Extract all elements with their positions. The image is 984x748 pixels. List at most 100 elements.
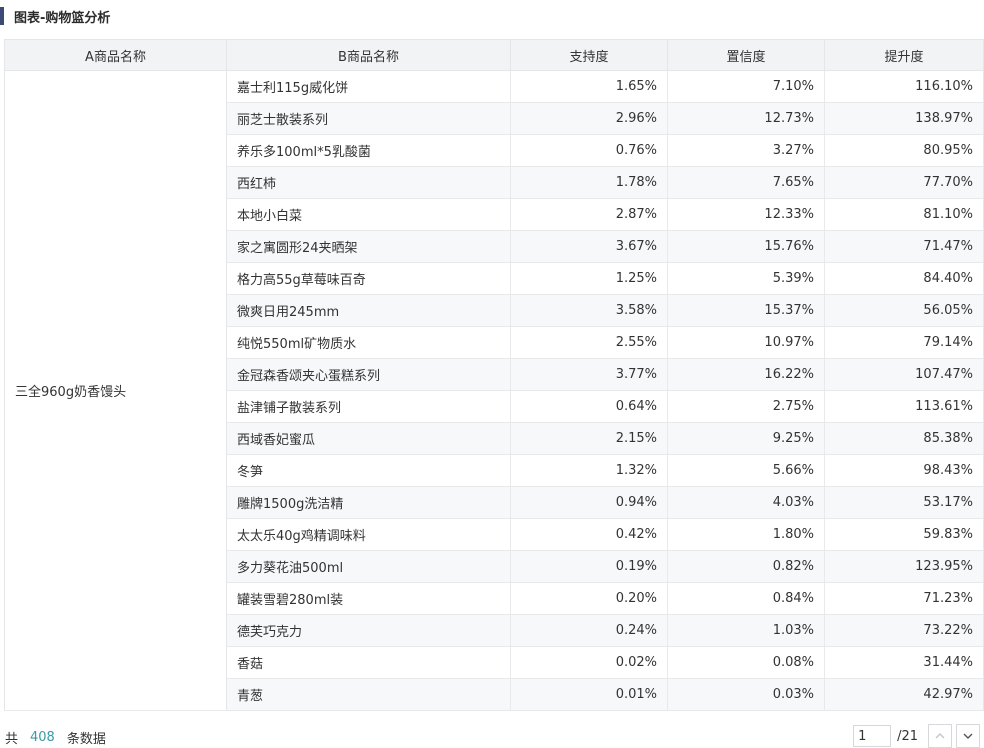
b-item-cell: 香菇 — [226, 646, 511, 679]
b-item-cell: 养乐多100ml*5乳酸菌 — [226, 134, 511, 167]
record-count: 共 408 条数据 — [5, 728, 106, 747]
lift-cell: 80.95% — [824, 134, 984, 167]
b-item-cell: 丽芝士散装系列 — [226, 102, 511, 135]
support-cell: 0.02% — [510, 646, 668, 679]
column-header-support[interactable]: 支持度 — [510, 39, 668, 71]
b-item-cell: 家之寓圆形24夹晒架 — [226, 230, 511, 263]
confidence-cell: 0.82% — [667, 550, 825, 583]
lift-cell: 71.47% — [824, 230, 984, 263]
confidence-cell: 1.03% — [667, 614, 825, 647]
confidence-cell: 5.39% — [667, 262, 825, 295]
b-item-cell: 金冠森香颂夹心蛋糕系列 — [226, 358, 511, 391]
b-item-cell: 嘉士利115g威化饼 — [226, 70, 511, 103]
confidence-cell: 2.75% — [667, 390, 825, 423]
basket-analysis-table-wrap: A商品名称 B商品名称 支持度 置信度 提升度 三全960g奶香馒头 嘉士利115… — [4, 39, 984, 711]
page-total: /21 — [897, 728, 918, 744]
b-item-cell: 西域香妃蜜瓜 — [226, 422, 511, 455]
page-title: 图表-购物篮分析 — [14, 10, 111, 26]
table-row[interactable]: 三全960g奶香馒头 嘉士利115g威化饼 1.65% 7.10% 116.10% — [4, 70, 984, 711]
lift-cell: 116.10% — [824, 70, 984, 103]
support-cell: 0.94% — [510, 486, 668, 519]
title-accent-bar — [0, 7, 4, 25]
confidence-cell: 7.10% — [667, 70, 825, 103]
confidence-cell: 7.65% — [667, 166, 825, 199]
support-cell: 0.01% — [510, 678, 668, 711]
confidence-cell: 12.73% — [667, 102, 825, 135]
confidence-cell: 10.97% — [667, 326, 825, 359]
b-item-cell: 西红柿 — [226, 166, 511, 199]
record-count-value: 408 — [30, 730, 55, 745]
support-cell: 0.64% — [510, 390, 668, 423]
confidence-cell: 3.27% — [667, 134, 825, 167]
lift-cell: 73.22% — [824, 614, 984, 647]
confidence-cell: 15.76% — [667, 230, 825, 263]
confidence-cell: 1.80% — [667, 518, 825, 551]
chevron-down-icon — [963, 733, 973, 739]
support-cell: 1.78% — [510, 166, 668, 199]
lift-cell: 123.95% — [824, 550, 984, 583]
b-item-cell: 纯悦550ml矿物质水 — [226, 326, 511, 359]
record-count-suffix: 条数据 — [66, 732, 106, 747]
lift-cell: 107.47% — [824, 358, 984, 391]
support-cell: 0.42% — [510, 518, 668, 551]
lift-cell: 42.97% — [824, 678, 984, 711]
support-cell: 0.76% — [510, 134, 668, 167]
b-item-cell: 冬笋 — [226, 454, 511, 487]
lift-cell: 71.23% — [824, 582, 984, 615]
panel-title-bar: 图表-购物篮分析 — [0, 6, 110, 26]
basket-analysis-table: A商品名称 B商品名称 支持度 置信度 提升度 三全960g奶香馒头 嘉士利115… — [4, 39, 984, 711]
confidence-cell: 15.37% — [667, 294, 825, 327]
confidence-cell: 12.33% — [667, 198, 825, 231]
support-cell: 3.77% — [510, 358, 668, 391]
lift-cell: 98.43% — [824, 454, 984, 487]
support-cell: 2.96% — [510, 102, 668, 135]
lift-cell: 79.14% — [824, 326, 984, 359]
prev-page-button[interactable] — [928, 724, 952, 748]
lift-cell: 77.70% — [824, 166, 984, 199]
a-item-cell: 三全960g奶香馒头 — [4, 70, 227, 711]
next-page-button[interactable] — [956, 724, 980, 748]
lift-cell: 85.38% — [824, 422, 984, 455]
column-header-b-item[interactable]: B商品名称 — [226, 39, 511, 71]
b-item-cell: 雕牌1500g洗洁精 — [226, 486, 511, 519]
lift-cell: 81.10% — [824, 198, 984, 231]
table-body: 三全960g奶香馒头 嘉士利115g威化饼 1.65% 7.10% 116.10% 丽芝士… — [4, 70, 984, 711]
confidence-cell: 5.66% — [667, 454, 825, 487]
table-header-row: A商品名称 B商品名称 支持度 置信度 提升度 — [4, 39, 984, 71]
lift-cell: 59.83% — [824, 518, 984, 551]
page-number-input[interactable] — [853, 725, 892, 747]
support-cell: 1.25% — [510, 262, 668, 295]
b-item-cell: 多力葵花油500ml — [226, 550, 511, 583]
confidence-cell: 16.22% — [667, 358, 825, 391]
b-item-cell: 太太乐40g鸡精调味料 — [226, 518, 511, 551]
support-cell: 2.87% — [510, 198, 668, 231]
support-cell: 3.67% — [510, 230, 668, 263]
b-item-cell: 德芙巧克力 — [226, 614, 511, 647]
chevron-up-icon — [935, 733, 945, 739]
confidence-cell: 0.84% — [667, 582, 825, 615]
column-header-a-item[interactable]: A商品名称 — [4, 39, 227, 71]
b-item-cell: 盐津铺子散装系列 — [226, 390, 511, 423]
confidence-cell: 9.25% — [667, 422, 825, 455]
column-header-confidence[interactable]: 置信度 — [667, 39, 825, 71]
record-count-prefix: 共 — [5, 732, 19, 747]
column-header-lift[interactable]: 提升度 — [824, 39, 984, 71]
support-cell: 2.55% — [510, 326, 668, 359]
support-cell: 3.58% — [510, 294, 668, 327]
support-cell: 0.24% — [510, 614, 668, 647]
b-item-cell: 微爽日用245mm — [226, 294, 511, 327]
lift-cell: 84.40% — [824, 262, 984, 295]
lift-cell: 31.44% — [824, 646, 984, 679]
confidence-cell: 0.03% — [667, 678, 825, 711]
support-cell: 1.32% — [510, 454, 668, 487]
pagination: /21 — [853, 724, 980, 748]
b-item-cell: 罐装雪碧280ml装 — [226, 582, 511, 615]
b-item-cell: 青葱 — [226, 678, 511, 711]
support-cell: 0.20% — [510, 582, 668, 615]
lift-cell: 56.05% — [824, 294, 984, 327]
support-cell: 1.65% — [510, 70, 668, 103]
lift-cell: 138.97% — [824, 102, 984, 135]
b-item-cell: 本地小白菜 — [226, 198, 511, 231]
confidence-cell: 0.08% — [667, 646, 825, 679]
lift-cell: 53.17% — [824, 486, 984, 519]
